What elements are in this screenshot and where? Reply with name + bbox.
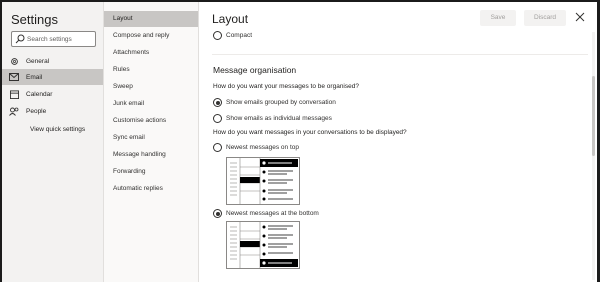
calendar-icon: [2, 89, 26, 99]
option-label: Newest messages on top: [226, 144, 299, 151]
mail-icon: [2, 73, 26, 81]
newest-at-bottom-preview[interactable]: [226, 221, 300, 269]
subnav-item-attachments[interactable]: Attachments: [104, 45, 198, 61]
option-newest-top[interactable]: Newest messages on top: [213, 143, 299, 152]
settings-title: Settings: [11, 12, 58, 27]
subnav-item-forwarding[interactable]: Forwarding: [104, 164, 198, 180]
save-button[interactable]: Save: [480, 10, 516, 26]
option-grouped[interactable]: Show emails grouped by conversation: [213, 98, 336, 107]
subnav-item-customise-actions[interactable]: Customise actions: [104, 113, 198, 129]
option-label: Show emails as individual messages: [226, 115, 332, 122]
nav-item-label: People: [26, 107, 47, 115]
email-settings-nav: Layout Compose and reply Attachments Rul…: [104, 2, 199, 282]
layout-preview-image: [230, 222, 298, 268]
settings-nav: Settings General Email Calendar: [2, 2, 104, 282]
scrollbar-track[interactable]: [592, 32, 595, 280]
subnav-item-message-handling[interactable]: Message handling: [104, 147, 198, 163]
nav-item-label: Calendar: [26, 90, 53, 98]
option-newest-bottom[interactable]: Newest messages at the bottom: [213, 209, 319, 218]
subnav-item-layout[interactable]: Layout: [104, 11, 198, 27]
settings-window: Settings General Email Calendar: [2, 2, 597, 282]
search-input[interactable]: [27, 33, 93, 45]
layout-settings-panel: Layout Save Discard Compact Message orga…: [200, 2, 597, 282]
section-title: Message organisation: [213, 65, 297, 75]
discard-button[interactable]: Discard: [524, 10, 566, 26]
scrollbar-thumb[interactable]: [592, 76, 595, 156]
people-icon: [2, 107, 26, 116]
divider: [212, 54, 588, 55]
search-icon: [15, 34, 25, 44]
question-display-order: How do you want messages in your convers…: [213, 129, 407, 136]
newest-on-top-preview[interactable]: [226, 157, 300, 205]
radio-grouped[interactable]: [213, 98, 222, 107]
gear-icon: [2, 57, 26, 66]
nav-item-calendar[interactable]: Calendar: [2, 86, 103, 102]
subnav-item-automatic-replies[interactable]: Automatic replies: [104, 181, 198, 197]
subnav-item-sweep[interactable]: Sweep: [104, 79, 198, 95]
nav-item-label: General: [26, 57, 50, 65]
question-organisation: How do you want your messages to be orga…: [213, 83, 359, 90]
radio-compact[interactable]: [213, 31, 222, 40]
subnav-item-compose-and-reply[interactable]: Compose and reply: [104, 28, 198, 44]
subnav-item-sync-email[interactable]: Sync email: [104, 130, 198, 146]
option-label: Compact: [226, 32, 253, 39]
nav-item-people[interactable]: People: [2, 103, 103, 119]
nav-item-label: Email: [26, 73, 43, 81]
compact-option[interactable]: Compact: [213, 31, 252, 40]
close-icon[interactable]: [575, 12, 585, 22]
subnav-item-rules[interactable]: Rules: [104, 62, 198, 78]
radio-newest-bottom[interactable]: [213, 209, 222, 218]
option-label: Newest messages at the bottom: [226, 210, 319, 217]
layout-preview-image: [230, 158, 298, 204]
subnav-item-junk-email[interactable]: Junk email: [104, 96, 198, 112]
page-title: Layout: [212, 12, 249, 26]
radio-individual[interactable]: [213, 114, 222, 123]
view-quick-settings-link[interactable]: View quick settings: [30, 126, 85, 133]
option-individual[interactable]: Show emails as individual messages: [213, 114, 332, 123]
nav-item-general[interactable]: General: [2, 53, 103, 69]
nav-item-email[interactable]: Email: [2, 69, 103, 85]
radio-newest-top[interactable]: [213, 143, 222, 152]
search-box[interactable]: [11, 31, 96, 47]
option-label: Show emails grouped by conversation: [226, 99, 336, 106]
